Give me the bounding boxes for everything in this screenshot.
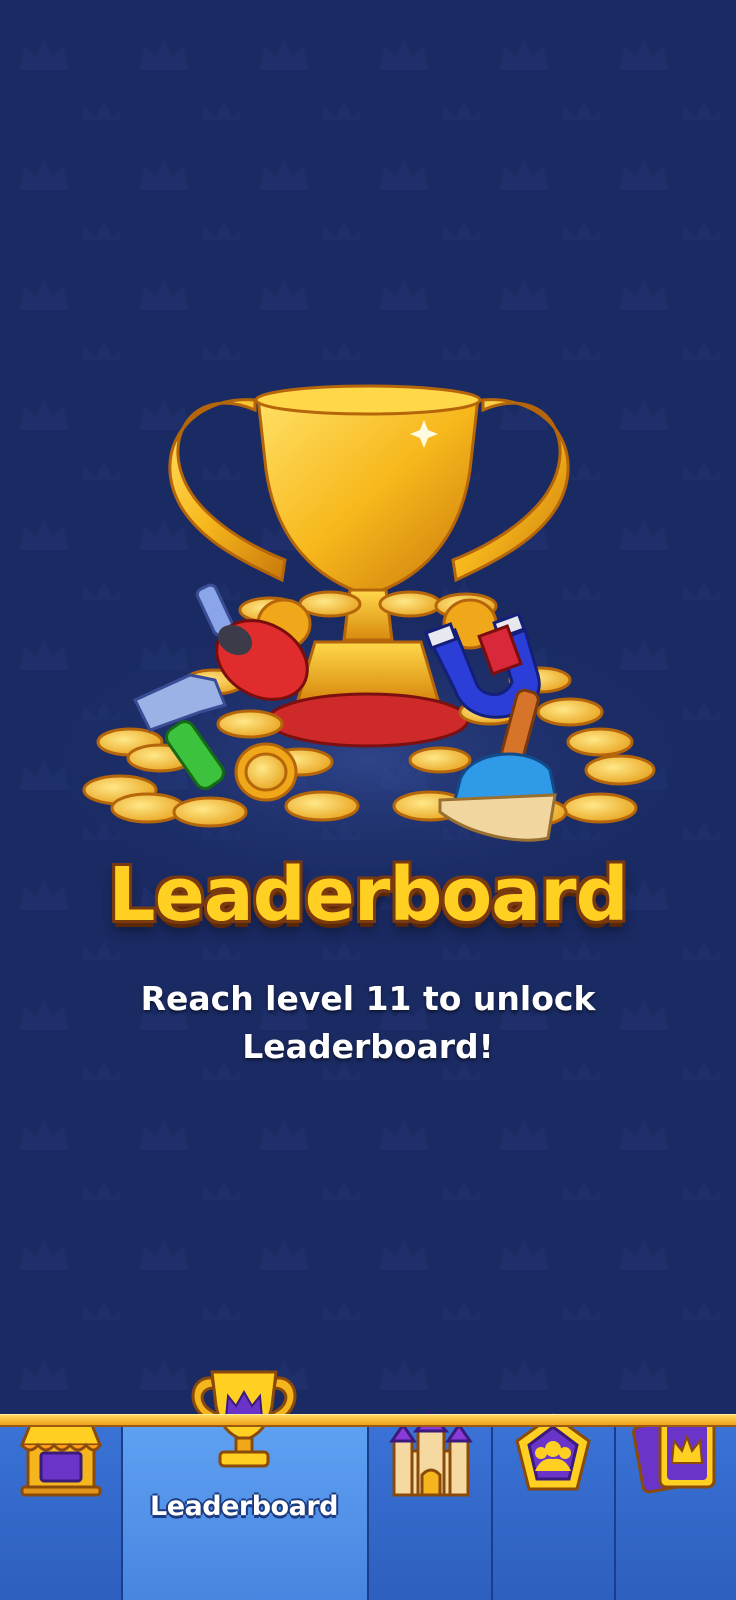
nav-top-rim	[0, 1414, 736, 1427]
tab-home[interactable]	[367, 1411, 491, 1600]
tab-shop[interactable]	[0, 1423, 121, 1600]
tab-collection[interactable]	[614, 1415, 736, 1600]
shop-stall-icon	[19, 1423, 103, 1497]
hero-illustration	[82, 384, 656, 842]
tab-team[interactable]	[491, 1413, 614, 1600]
tab-leaderboard-label: Leaderboard	[150, 1491, 338, 1522]
unlock-message: Reach level 11 to unlock Leaderboard!	[140, 979, 596, 1066]
leaderboard-title: Leaderboard	[108, 852, 628, 938]
